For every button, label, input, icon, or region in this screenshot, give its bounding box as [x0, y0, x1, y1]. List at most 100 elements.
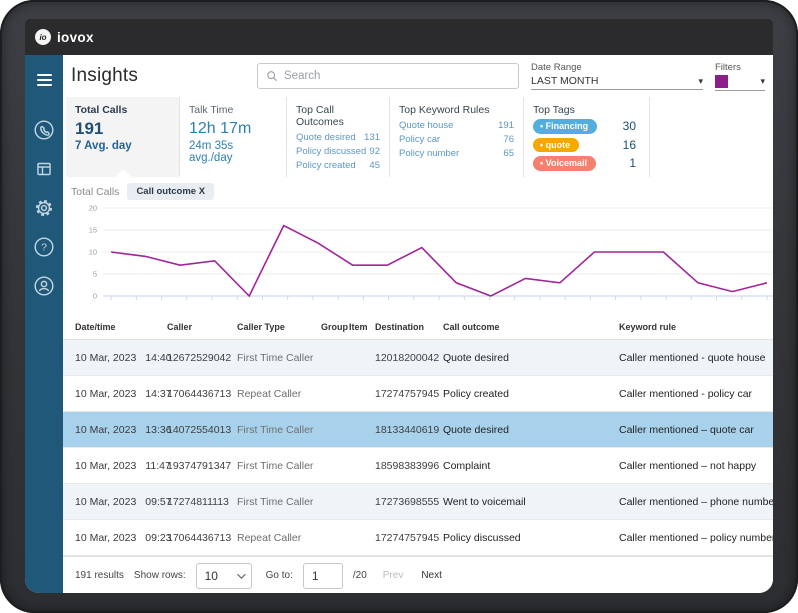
stat-label: Talk Time	[189, 104, 277, 116]
filters-label: Filters	[715, 62, 765, 73]
search-input[interactable]	[284, 70, 510, 82]
iovox-logo-icon: io	[35, 29, 51, 45]
stat-card-top-tags[interactable]: Top Tags • Financing 30 • quote 16 • Voicema…	[524, 97, 650, 177]
brand-name: iovox	[57, 30, 94, 45]
table-row[interactable]: 10 Mar, 202314:4012672529042First Time C…	[63, 340, 773, 376]
top-tags-list: • Financing 30 • quote 16 • Voicemail1	[533, 119, 640, 171]
account-icon[interactable]	[31, 273, 57, 299]
help-icon[interactable]: ?	[31, 234, 57, 260]
cell-keyword-rule: Caller mentioned – phone number	[619, 496, 773, 508]
total-calls-value: 191	[75, 119, 170, 139]
show-rows-select[interactable]: 10	[196, 563, 252, 589]
stat-card-top-keyword-rules[interactable]: Top Keyword Rules Quote house191Policy c…	[390, 97, 524, 177]
cell-datetime: 10 Mar, 202314:37	[75, 388, 167, 400]
column-header: Call outcome	[443, 322, 619, 332]
stat-card-talk-time[interactable]: Talk Time 12h 17m 24m 35s avg./day	[180, 97, 287, 177]
talk-time-value: 12h 17m	[189, 119, 277, 139]
cell-destination: 18133440619	[375, 424, 443, 436]
page-title: Insights	[71, 65, 138, 87]
cell-caller-type: First Time Caller	[237, 496, 321, 508]
stats-bar: Total Calls 191 7 Avg. day Talk Time 12h…	[63, 97, 773, 177]
table-row[interactable]: 10 Mar, 202311:4719374791347First Time C…	[63, 448, 773, 484]
page-total: /20	[353, 570, 367, 581]
column-header: Destination	[375, 322, 443, 332]
cell-caller: 17274811113	[167, 496, 237, 508]
next-page-button[interactable]: Next	[421, 570, 442, 581]
cell-keyword-rule: Caller mentioned - quote house	[619, 352, 773, 364]
cell-datetime: 10 Mar, 202314:40	[75, 352, 167, 364]
cell-destination: 17273698555	[375, 496, 443, 508]
chart-filter-chip[interactable]: Call outcome X	[127, 183, 214, 200]
top-keyword-rules-list: Quote house191Policy car76Policy number6…	[399, 119, 514, 161]
show-rows-label: Show rows:	[134, 570, 186, 581]
column-header: Caller Type	[237, 322, 321, 332]
stat-list-item: Policy car76	[399, 133, 514, 147]
cell-caller: 14072554013	[167, 424, 237, 436]
cell-keyword-rule: Caller mentioned – policy number	[619, 532, 773, 544]
filters-control[interactable]: Filters ▾	[715, 62, 765, 91]
stat-label: Top Call Outcomes	[296, 104, 380, 128]
tag-row: • quote 16	[533, 138, 640, 153]
chart-series-label: Total Calls	[71, 186, 119, 198]
svg-text:10: 10	[89, 248, 97, 257]
phone-icon[interactable]	[31, 117, 57, 143]
date-range-control[interactable]: Date Range LAST MONTH ▾	[531, 62, 703, 90]
cell-call-outcome: Quote desired	[443, 352, 619, 364]
pagination-bar: 191 results Show rows: 10 Go to: /20 Pre…	[63, 556, 773, 593]
show-rows-value: 10	[205, 569, 218, 583]
table-row[interactable]: 10 Mar, 202309:2317064436713Repeat Calle…	[63, 520, 773, 556]
cell-datetime: 10 Mar, 202313:36	[75, 424, 167, 436]
cell-caller: 12672529042	[167, 352, 237, 364]
cell-caller: 17064436713	[167, 532, 237, 544]
stat-card-top-call-outcomes[interactable]: Top Call Outcomes Quote desired131Policy…	[287, 97, 390, 177]
top-call-outcomes-list: Quote desired131Policy discussed92Policy…	[296, 131, 380, 173]
cell-keyword-rule: Caller mentioned - policy car	[619, 388, 773, 400]
chevron-down-icon	[237, 570, 245, 578]
tag-count: 30	[623, 119, 640, 133]
cell-call-outcome: Policy created	[443, 388, 619, 400]
goto-page-input[interactable]	[303, 563, 343, 589]
table-row[interactable]: 10 Mar, 202313:3614072554013First Time C…	[63, 412, 773, 448]
svg-text:20: 20	[89, 204, 97, 213]
settings-gear-icon[interactable]	[31, 195, 57, 221]
cell-datetime: 10 Mar, 202309:23	[75, 532, 167, 544]
stat-list-item: Quote desired131	[296, 131, 380, 145]
cell-caller: 19374791347	[167, 460, 237, 472]
stat-card-total-calls[interactable]: Total Calls 191 7 Avg. day	[66, 97, 180, 177]
cell-datetime: 10 Mar, 202309:57	[75, 496, 167, 508]
stat-list-item: Policy created45	[296, 159, 380, 173]
cell-caller-type: First Time Caller	[237, 460, 321, 472]
cell-call-outcome: Policy discussed	[443, 532, 619, 544]
screen: io iovox ?	[25, 19, 773, 593]
cell-destination: 18598383996	[375, 460, 443, 472]
table-row[interactable]: 10 Mar, 202314:3717064436713Repeat Calle…	[63, 376, 773, 412]
tag-pill[interactable]: • Financing	[533, 119, 597, 134]
tag-pill[interactable]: • Voicemail	[533, 156, 596, 171]
stat-label: Total Calls	[75, 104, 170, 116]
cell-keyword-rule: Caller mentioned – quote car	[619, 424, 773, 436]
chart-section: Total Calls Call outcome X 20151050	[63, 177, 773, 315]
column-header: Date/time	[75, 322, 167, 332]
top-app-bar: io iovox	[25, 19, 773, 55]
date-range-label: Date Range	[531, 62, 703, 73]
column-header: Item	[349, 322, 375, 332]
tag-row: • Voicemail1	[533, 156, 640, 171]
tag-count: 16	[623, 138, 640, 152]
cell-call-outcome: Went to voicemail	[443, 496, 619, 508]
tablet-frame: io iovox ?	[0, 0, 798, 613]
goto-label: Go to:	[266, 570, 293, 581]
cell-destination: 12018200042	[375, 352, 443, 364]
cell-destination: 17274757945	[375, 532, 443, 544]
stat-label: Top Keyword Rules	[399, 104, 514, 116]
chevron-down-icon: ▾	[760, 76, 765, 87]
search-icon	[266, 70, 278, 82]
column-header: Keyword rule	[619, 322, 773, 332]
cell-caller: 17064436713	[167, 388, 237, 400]
stat-label: Top Tags	[533, 104, 640, 116]
table-row[interactable]: 10 Mar, 202309:5717274811113First Time C…	[63, 484, 773, 520]
cell-caller-type: First Time Caller	[237, 424, 321, 436]
cell-caller-type: Repeat Caller	[237, 388, 321, 400]
dashboard-icon[interactable]	[31, 156, 57, 182]
menu-icon[interactable]	[25, 65, 63, 95]
tag-pill[interactable]: • quote	[533, 138, 579, 153]
